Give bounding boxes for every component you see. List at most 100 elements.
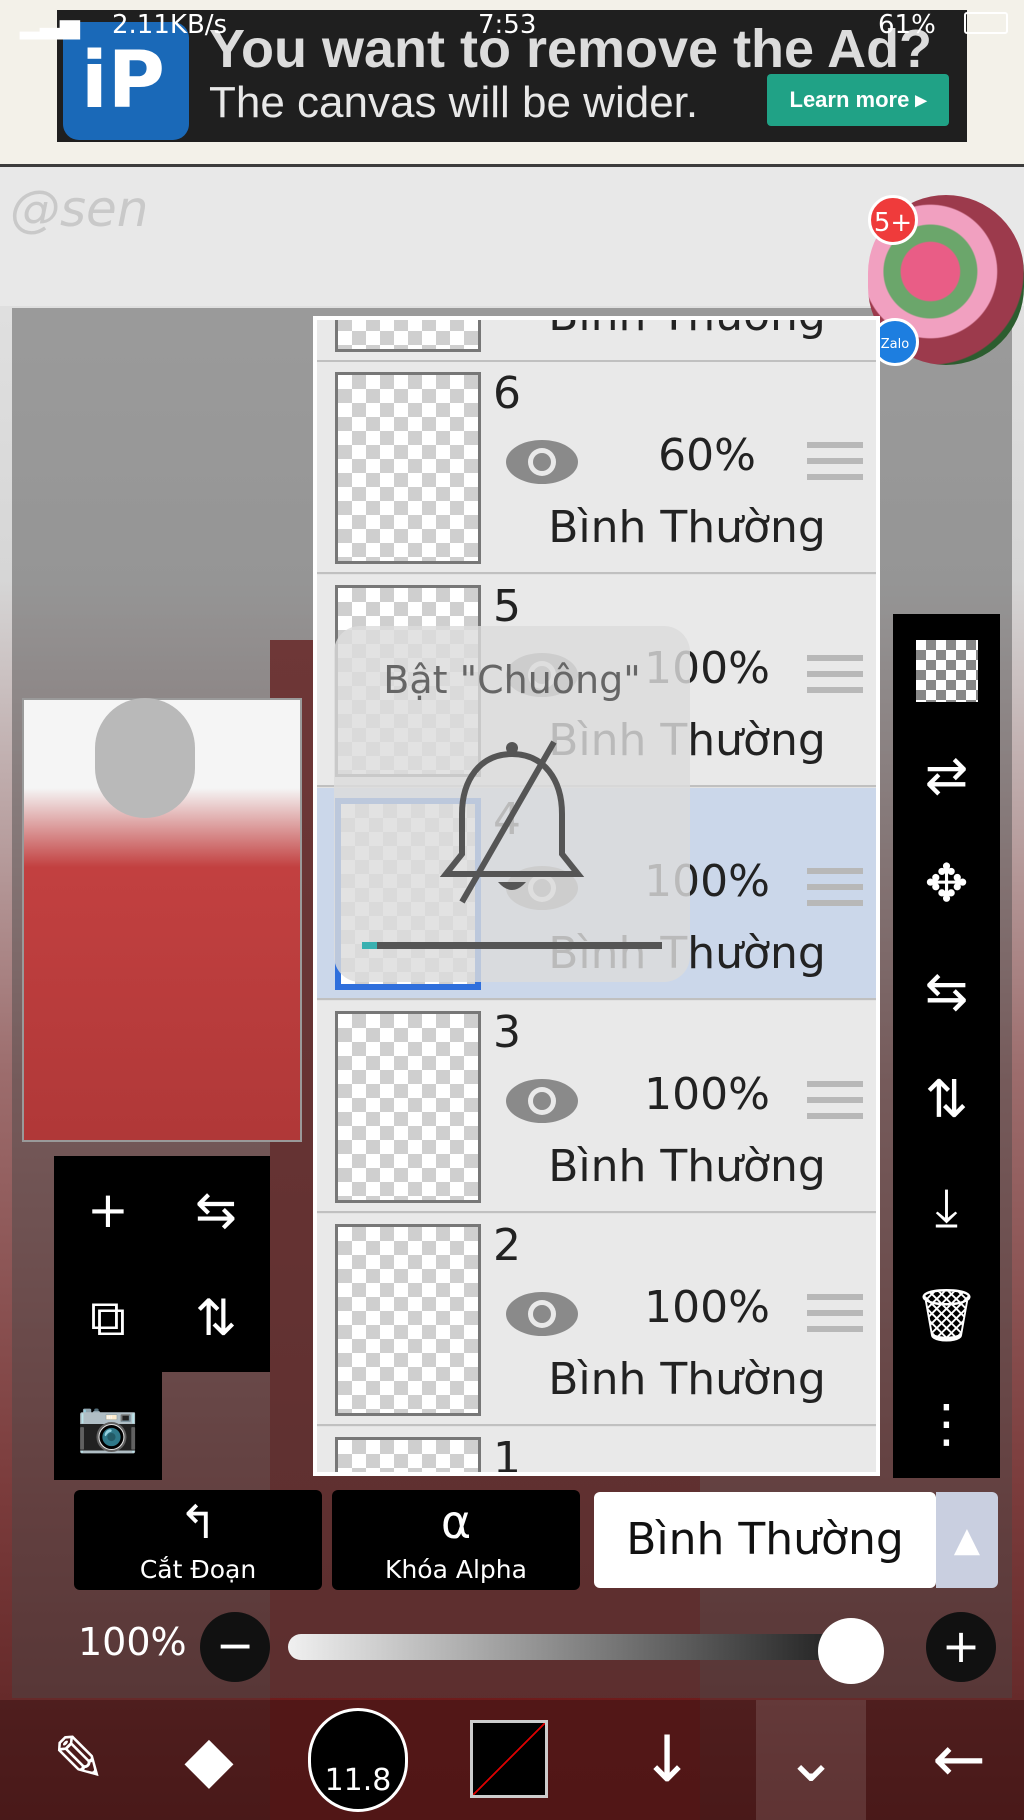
opacity-label: 100% xyxy=(78,1620,187,1664)
divider xyxy=(0,164,1024,167)
flip-h-icon: ⇆ xyxy=(924,962,969,1022)
layer-tools-left: + ⇆ ⧉ ⇅ 📷 xyxy=(54,1156,270,1480)
layer-row[interactable]: 3 100% Bình Thường xyxy=(317,1001,876,1213)
add-layer-button[interactable]: + xyxy=(54,1156,162,1264)
more-icon: ⋮ xyxy=(920,1394,973,1454)
drag-handle-icon[interactable] xyxy=(807,655,863,699)
brush-icon: ✎ xyxy=(52,1723,106,1797)
flip-layer-vertical-button[interactable]: ⇅ xyxy=(162,1264,270,1372)
layer-thumbnail[interactable] xyxy=(335,1224,481,1416)
signal-icon: ▂▃▅ xyxy=(20,10,80,40)
clipping-button[interactable]: ↰ Cắt Đoạn xyxy=(74,1490,322,1590)
duplicate-icon: ⧉ xyxy=(90,1289,126,1347)
arrow-down-icon: ↓ xyxy=(640,1723,694,1797)
ad-subtitle: The canvas will be wider. xyxy=(209,78,699,127)
layer-number: 3 xyxy=(493,1007,521,1058)
opacity-increase-button[interactable]: + xyxy=(926,1612,996,1682)
toast-progress-track xyxy=(362,942,662,949)
preview-figure-head xyxy=(95,698,195,818)
flip-v-icon: ⇅ xyxy=(924,1070,969,1130)
layer-number: 1 xyxy=(493,1433,521,1476)
toast-title: Bật "Chuông" xyxy=(383,658,641,702)
alpha-lock-label: Khóa Alpha xyxy=(385,1555,527,1584)
clipping-label: Cắt Đoạn xyxy=(139,1555,257,1584)
eraser-icon: ◆ xyxy=(184,1723,234,1797)
merge-layer-button[interactable]: ↓ xyxy=(612,1700,722,1820)
layer-blend-mode: Bình Thường xyxy=(548,1354,826,1405)
layer-blend-mode: Bình Thường xyxy=(548,1141,826,1192)
eye-icon[interactable] xyxy=(503,436,581,488)
lock-icon: α xyxy=(440,1495,472,1549)
drag-handle-icon[interactable] xyxy=(807,868,863,912)
flip-vertical-button[interactable]: ⇅ xyxy=(893,1046,1000,1154)
brush-size-button[interactable]: 11.8 xyxy=(308,1708,408,1812)
back-arrow-icon: ← xyxy=(932,1723,986,1797)
opacity-slider[interactable] xyxy=(288,1634,884,1660)
camera-button[interactable]: 📷 xyxy=(54,1372,162,1480)
canvas-signature: @sen xyxy=(10,180,149,238)
layer-thumbnail[interactable] xyxy=(335,372,481,564)
duplicate-layer-button[interactable]: ⧉ xyxy=(54,1264,162,1372)
layer-transform-button[interactable]: ⇄ xyxy=(893,722,1000,830)
clip-arrow-icon: ↰ xyxy=(178,1495,218,1549)
layer-number: 6 xyxy=(493,368,521,419)
bell-off-icon xyxy=(439,740,585,904)
opacity-slider-knob[interactable] xyxy=(818,1618,884,1684)
more-options-button[interactable]: ⋮ xyxy=(893,1370,1000,1478)
chevron-double-down-icon: ⌄ xyxy=(784,1723,838,1797)
eye-icon[interactable] xyxy=(503,1075,581,1127)
battery-level: 61% xyxy=(878,10,936,40)
flip-v-icon: ⇅ xyxy=(195,1289,237,1347)
layer-opacity: 100% xyxy=(644,1282,770,1333)
layer-row[interactable]: 1 xyxy=(317,1427,876,1476)
layer-number: 5 xyxy=(493,581,521,632)
flip-h-icon: ⇆ xyxy=(195,1181,237,1239)
layer-thumbnail xyxy=(335,320,481,352)
layer-number: 2 xyxy=(493,1220,521,1271)
drag-handle-icon[interactable] xyxy=(807,442,863,486)
flip-horizontal-button[interactable]: ⇆ xyxy=(893,938,1000,1046)
transform-icon: ⇄ xyxy=(924,746,969,806)
trash-icon: 🗑 xyxy=(913,1286,980,1346)
layer-thumbnail[interactable] xyxy=(335,1011,481,1203)
back-button[interactable]: ← xyxy=(904,1700,1014,1820)
notification-badge: 5+ xyxy=(868,195,918,245)
layer-tools-right: ⇄ ✥ ⇆ ⇅ ⤓ 🗑 ⋮ xyxy=(893,614,1000,1478)
merge-down-button[interactable]: ⤓ xyxy=(893,1154,1000,1262)
layer-row[interactable]: 2 100% Bình Thường xyxy=(317,1214,876,1426)
layer-thumbnail[interactable] xyxy=(335,1437,481,1472)
merge-down-icon: ⤓ xyxy=(935,1178,958,1238)
drag-handle-icon[interactable] xyxy=(807,1081,863,1125)
delete-layer-button[interactable]: 🗑 xyxy=(893,1262,1000,1370)
opacity-decrease-button[interactable]: − xyxy=(200,1612,270,1682)
plus-icon: + xyxy=(87,1181,129,1239)
network-speed: 2.11KB/s xyxy=(112,10,228,40)
move-icon: ✥ xyxy=(924,854,969,914)
transparent-fill-button[interactable] xyxy=(893,614,1000,722)
status-bar: ▂▃▅ 2.11KB/s 7:53 61% xyxy=(0,0,1024,50)
checker-icon xyxy=(915,640,978,702)
blend-mode-select[interactable]: Bình Thường xyxy=(594,1492,936,1588)
opacity-row: 100% − + xyxy=(0,1600,1024,1692)
layer-blend: Bình Thường xyxy=(517,320,857,341)
drag-handle-icon[interactable] xyxy=(807,1294,863,1338)
eye-icon[interactable] xyxy=(503,1288,581,1340)
move-layer-button[interactable]: ✥ xyxy=(893,830,1000,938)
alpha-lock-button[interactable]: α Khóa Alpha xyxy=(332,1490,580,1590)
clock: 7:53 xyxy=(478,10,537,40)
color-swatch[interactable] xyxy=(470,1720,548,1798)
layer-opacity: 100% xyxy=(644,1069,770,1120)
layers-button[interactable]: ⌄ xyxy=(756,1700,866,1820)
tool-switch-button[interactable]: ✎ xyxy=(24,1700,134,1820)
ringer-toast: Bật "Chuông" xyxy=(334,626,690,982)
blend-mode-dropdown-icon[interactable]: ▲ xyxy=(936,1492,998,1588)
ad-learn-more-button[interactable]: Learn more ▸ xyxy=(767,74,949,126)
layer-blend-mode: Bình Thường xyxy=(548,502,826,553)
eraser-button[interactable]: ◆ xyxy=(154,1700,264,1820)
flip-layer-horizontal-button[interactable]: ⇆ xyxy=(162,1156,270,1264)
camera-icon: 📷 xyxy=(76,1397,140,1455)
toast-progress-fill xyxy=(362,942,377,949)
battery-icon xyxy=(964,12,1008,34)
layer-row[interactable]: 6 60% Bình Thường xyxy=(317,362,876,574)
layer-row-partial-top[interactable]: Bình Thường xyxy=(317,320,876,362)
